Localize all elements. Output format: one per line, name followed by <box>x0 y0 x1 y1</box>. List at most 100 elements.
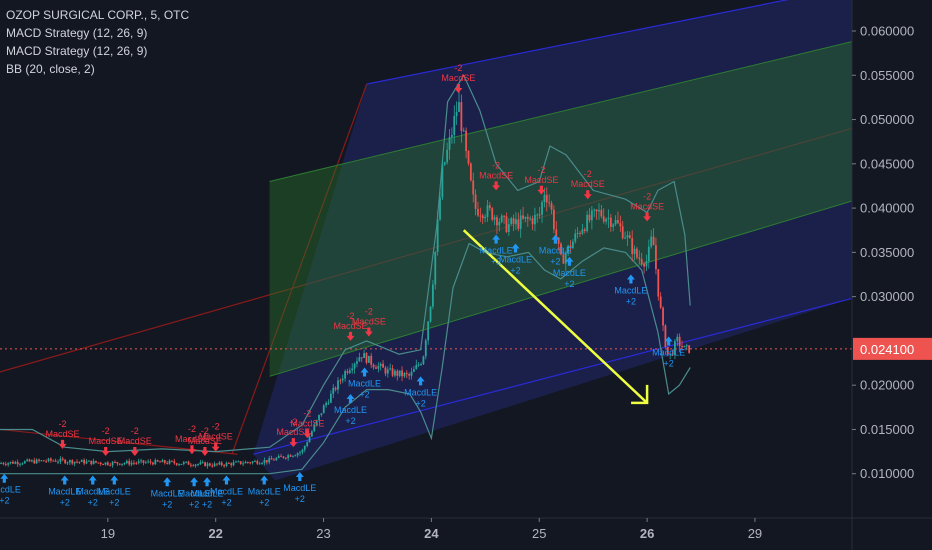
candle-body <box>424 340 427 357</box>
chart-root[interactable]: MacdSE -2 MacdSE -2 MacdSE -2 MacdSE -2 MacdSE -2… <box>0 0 932 550</box>
candle-body <box>114 461 116 463</box>
buy-signal-qty: +2 <box>221 497 231 507</box>
buy-signal-qty: +2 <box>510 266 520 276</box>
buy-signal-qty: +2 <box>109 497 119 507</box>
candle-body <box>507 224 510 232</box>
buy-arrow-icon <box>222 475 231 485</box>
candle-body <box>64 459 67 464</box>
candle-body <box>481 215 484 219</box>
candle-body <box>19 463 21 465</box>
sell-arrow-icon <box>187 445 196 455</box>
candle-body <box>650 236 653 247</box>
candle-body <box>503 215 505 217</box>
candle-body <box>536 214 539 216</box>
candle-body <box>12 461 14 464</box>
buy-arrow-icon <box>0 473 9 483</box>
candle-body <box>434 251 437 285</box>
buy-arrow-icon <box>163 477 172 487</box>
candle-body <box>550 203 553 210</box>
candle-body <box>417 364 420 366</box>
candle-body <box>524 216 527 219</box>
candle-body <box>436 219 439 252</box>
candle-body <box>137 461 140 464</box>
candle-body <box>299 452 301 454</box>
candle-body <box>664 325 667 347</box>
buy-signal-qty: +2 <box>564 279 574 289</box>
candle-body <box>631 238 634 254</box>
candle-body <box>583 229 586 232</box>
candle-body <box>303 446 306 450</box>
candle-body <box>261 462 263 464</box>
buy-signal-qty: +2 <box>345 416 355 426</box>
candle-body <box>189 464 192 466</box>
x-tick-label: 23 <box>316 526 330 541</box>
candle-body <box>593 209 596 211</box>
candle-body <box>180 463 183 465</box>
buy-signal-label: MacdLE <box>652 347 685 357</box>
candle-body <box>104 462 107 465</box>
buy-arrow-icon <box>260 475 269 485</box>
candle-body <box>7 463 10 465</box>
legend-study-1: MACD Strategy (12, 26, 9) <box>6 26 148 40</box>
sell-signal-label: MacdSE <box>571 179 605 189</box>
candle-body <box>515 219 517 224</box>
y-tick-label: 0.010000 <box>860 466 914 481</box>
sell-signal-qty: -2 <box>188 424 196 434</box>
candle-body <box>598 209 600 212</box>
candle-body <box>588 214 591 221</box>
candle-body <box>52 460 55 462</box>
candle-body <box>102 463 105 465</box>
candle-body <box>522 215 524 219</box>
candle-body <box>26 459 29 462</box>
candle-body <box>2 463 5 465</box>
candle-body <box>185 461 188 463</box>
candle-body <box>71 460 74 464</box>
buy-signal-qty: +2 <box>60 497 70 507</box>
candle-body <box>201 462 204 464</box>
candle-body <box>133 462 135 464</box>
candle-body <box>429 306 432 322</box>
candle-body <box>242 463 244 465</box>
candle-body <box>227 462 230 464</box>
sell-signal-label: MacdSE <box>199 432 233 442</box>
candle-body <box>249 462 252 464</box>
candle-body <box>626 235 629 238</box>
candle-body <box>408 373 411 376</box>
sell-signal: MacdSE-2 <box>46 419 80 449</box>
candle-body <box>327 402 330 404</box>
candle-body <box>258 463 261 465</box>
candle-body <box>111 461 114 466</box>
candle-body <box>462 130 465 132</box>
candle-body <box>218 462 221 465</box>
candle-body <box>263 460 266 463</box>
candle-body <box>57 461 59 463</box>
candle-body <box>450 134 453 138</box>
candle-body <box>595 209 598 212</box>
sell-signal-label: MacdSE <box>441 73 475 83</box>
buy-signal-qty: +2 <box>359 389 369 399</box>
candle-body <box>275 458 278 461</box>
candle-body <box>657 269 660 297</box>
candle-body <box>427 321 430 341</box>
candle-body <box>322 405 325 414</box>
candle-body <box>491 208 494 220</box>
candle-body <box>192 465 195 467</box>
candle-body <box>0 463 2 465</box>
candle-body <box>614 220 617 225</box>
candle-body <box>178 464 180 466</box>
price-chart[interactable]: MacdSE-2MacdSE-2MacdSE-2MacdSE-2MacdSE-2… <box>0 0 932 550</box>
candle-body <box>398 370 401 376</box>
candle-body <box>280 455 282 457</box>
candle-body <box>379 363 382 366</box>
candle-body <box>360 357 363 359</box>
candle-body <box>337 380 339 390</box>
sell-arrow-icon <box>101 447 110 457</box>
buy-arrow-icon <box>110 475 119 485</box>
candle-body <box>534 214 536 225</box>
candle-body <box>453 116 456 135</box>
x-tick-label: 22 <box>208 526 222 541</box>
candle-body <box>688 345 691 353</box>
candle-body <box>4 464 7 466</box>
candle-body <box>161 460 164 463</box>
x-tick-label: 25 <box>532 526 546 541</box>
